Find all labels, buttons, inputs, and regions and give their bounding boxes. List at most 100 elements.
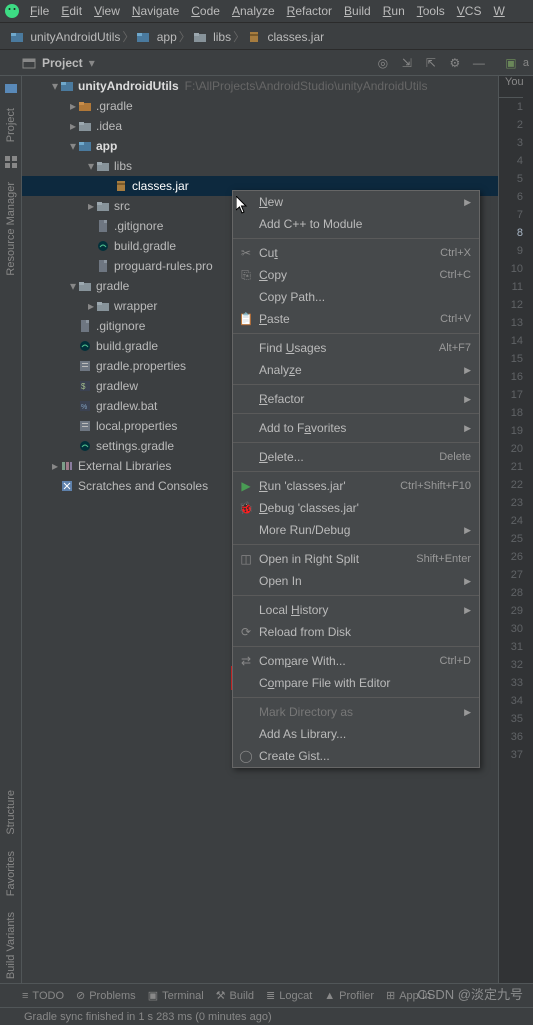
resource-manager-tool-icon[interactable] — [3, 154, 19, 170]
tree-arrow[interactable]: ▸ — [86, 299, 96, 313]
resource-manager-label[interactable]: Resource Manager — [5, 178, 17, 280]
status-bar: Gradle sync finished in 1 s 283 ms (0 mi… — [0, 1007, 533, 1025]
menu-item-copy-path---[interactable]: Copy Path... — [233, 286, 479, 308]
menu-item-refactor[interactable]: Refactor▶ — [233, 388, 479, 410]
module-icon — [10, 30, 24, 44]
tree-arrow[interactable]: ▸ — [86, 199, 96, 213]
submenu-arrow-icon: ▶ — [464, 707, 471, 718]
menu-item-reload-from-disk[interactable]: ⟳Reload from Disk — [233, 621, 479, 643]
menu-item-label: Create Gist... — [259, 749, 330, 763]
tree-item-app[interactable]: ▾app — [22, 136, 498, 156]
breadcrumb-separator: 〉 — [233, 30, 245, 44]
select-opened-file-icon[interactable]: ◎ — [374, 54, 392, 72]
menu-edit[interactable]: Edit — [55, 2, 88, 20]
menu-item-cut[interactable]: ✂CutCtrl+X — [233, 242, 479, 264]
menu-navigate[interactable]: Navigate — [126, 2, 185, 20]
project-tool-icon[interactable] — [3, 80, 19, 96]
tree-arrow[interactable]: ▸ — [68, 99, 78, 113]
menu-item-debug--classes-jar-[interactable]: 🐞Debug 'classes.jar' — [233, 497, 479, 519]
project-tool-label[interactable]: Project — [5, 104, 17, 146]
menu-file[interactable]: File — [24, 2, 55, 20]
collapse-all-icon[interactable]: ⇱ — [422, 54, 440, 72]
menu-code[interactable]: Code — [185, 2, 226, 20]
gear-icon[interactable]: ⚙ — [446, 54, 464, 72]
breadcrumb-app[interactable]: app — [136, 30, 176, 44]
menu-item-open-in[interactable]: Open In▶ — [233, 570, 479, 592]
logcat-tool[interactable]: ≣ Logcat — [266, 989, 312, 1002]
menu-item-mark-directory-as: Mark Directory as▶ — [233, 701, 479, 723]
project-view-dropdown[interactable]: ▾ — [89, 56, 95, 70]
module-icon — [78, 139, 92, 153]
tree-arrow[interactable]: ▾ — [86, 159, 96, 173]
line-number: 6 — [499, 188, 523, 206]
menu-item-open-in-right-split[interactable]: ◫Open in Right SplitShift+Enter — [233, 548, 479, 570]
tree-arrow[interactable]: ▸ — [50, 459, 60, 473]
problems-tool[interactable]: ⊘ Problems — [76, 989, 136, 1002]
menu-item-compare-file-with-editor[interactable]: Compare File with Editor — [233, 672, 479, 694]
line-number: 5 — [499, 170, 523, 188]
paste-icon: 📋 — [238, 311, 254, 327]
menu-item-add-to-favorites[interactable]: Add to Favorites▶ — [233, 417, 479, 439]
line-number: 9 — [499, 242, 523, 260]
menu-run[interactable]: Run — [377, 2, 411, 20]
tree-item-libs[interactable]: ▾libs — [22, 156, 498, 176]
breadcrumb: unityAndroidUtils〉 app〉 libs〉 classes.ja… — [0, 22, 533, 50]
menu-item-find-usages[interactable]: Find UsagesAlt+F7 — [233, 337, 479, 359]
menu-item-compare-with---[interactable]: ⇄Compare With...Ctrl+D — [233, 650, 479, 672]
menu-shortcut: Shift+Enter — [416, 553, 471, 565]
structure-tool-label[interactable]: Structure — [5, 786, 17, 839]
menu-item-paste[interactable]: 📋PasteCtrl+V — [233, 308, 479, 330]
menu-view[interactable]: View — [88, 2, 126, 20]
menu-analyze[interactable]: Analyze — [226, 2, 281, 20]
terminal-tool[interactable]: ▣ Terminal — [148, 989, 204, 1002]
menu-build[interactable]: Build — [338, 2, 377, 20]
menu-item-copy[interactable]: ⎘CopyCtrl+C — [233, 264, 479, 286]
breadcrumb-classes.jar[interactable]: classes.jar — [247, 30, 324, 44]
menu-shortcut: Delete — [439, 451, 471, 463]
profiler-tool[interactable]: ▲ Profiler — [324, 990, 374, 1002]
menu-vcs[interactable]: VCS — [451, 2, 488, 20]
favorites-tool-label[interactable]: Favorites — [5, 847, 17, 900]
tree-arrow[interactable]: ▾ — [68, 139, 78, 153]
menu-w[interactable]: W — [487, 2, 510, 20]
context-menu[interactable]: New▶Add C++ to Module ✂CutCtrl+X⎘CopyCtrl… — [232, 190, 480, 768]
tool-window-header: Project ▾ ◎ ⇲ ⇱ ⚙ — ▣ a — [0, 50, 533, 76]
run-config-label[interactable]: a — [523, 57, 529, 69]
hide-icon[interactable]: — — [470, 54, 488, 72]
breadcrumb-unityAndroidUtils[interactable]: unityAndroidUtils — [10, 30, 120, 44]
project-pane-title[interactable]: Project — [42, 56, 83, 70]
tree-arrow[interactable]: ▾ — [50, 79, 60, 93]
file-icon — [96, 259, 110, 273]
tree-item-unityAndroidUtils[interactable]: ▾unityAndroidUtilsF:\AllProjects\Android… — [22, 76, 498, 96]
menu-item-create-gist---[interactable]: ◯Create Gist... — [233, 745, 479, 767]
menu-item-label: Open In — [259, 574, 302, 588]
run-config-icon[interactable]: ▣ — [502, 54, 520, 72]
tree-item--idea[interactable]: ▸.idea — [22, 116, 498, 136]
menu-item-run--classes-jar-[interactable]: ▶Run 'classes.jar'Ctrl+Shift+F10 — [233, 475, 479, 497]
breadcrumb-libs[interactable]: libs — [193, 30, 231, 44]
menu-refactor[interactable]: Refactor — [281, 2, 338, 20]
tree-item--gradle[interactable]: ▸.gradle — [22, 96, 498, 116]
menu-item-new[interactable]: New▶ — [233, 191, 479, 213]
project-pane-icon — [22, 56, 36, 70]
editor-tab[interactable]: You — [499, 76, 523, 98]
menu-item-local-history[interactable]: Local History▶ — [233, 599, 479, 621]
menu-tools[interactable]: Tools — [411, 2, 451, 20]
menu-item-analyze[interactable]: Analyze▶ — [233, 359, 479, 381]
menu-separator — [233, 384, 479, 385]
build-tool[interactable]: ⚒ Build — [216, 989, 254, 1002]
build-variants-label[interactable]: Build Variants — [5, 908, 17, 983]
menu-item-add-as-library---[interactable]: Add As Library... — [233, 723, 479, 745]
tree-arrow[interactable]: ▸ — [68, 119, 78, 133]
expand-all-icon[interactable]: ⇲ — [398, 54, 416, 72]
todo-tool[interactable]: ≡ TODO — [22, 990, 64, 1002]
menu-item-label: Local History — [259, 603, 328, 617]
tree-arrow[interactable]: ▾ — [68, 279, 78, 293]
tree-label: gradle — [96, 279, 129, 293]
menu-item-add-c---to-module[interactable]: Add C++ to Module — [233, 213, 479, 235]
menu-item-more-run-debug[interactable]: More Run/Debug▶ — [233, 519, 479, 541]
folder-icon — [193, 30, 207, 44]
menu-shortcut: Ctrl+Shift+F10 — [400, 480, 471, 492]
menu-item-delete---[interactable]: Delete...Delete — [233, 446, 479, 468]
editor-gutter: You 123456789101112131415161718192021222… — [498, 76, 533, 983]
